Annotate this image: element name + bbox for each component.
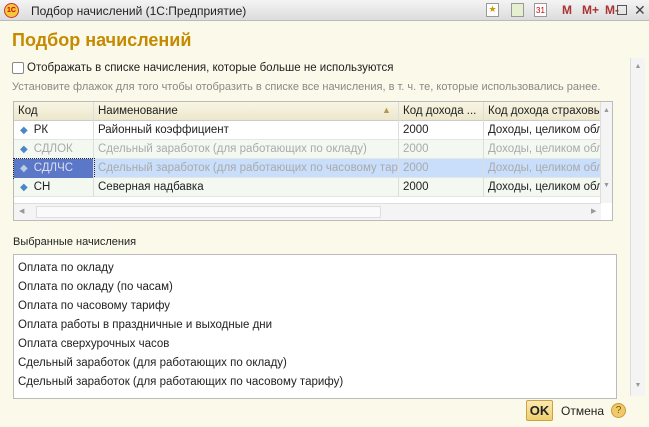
- page-title: Подбор начислений: [12, 30, 192, 50]
- row-income-code: 2000: [399, 121, 484, 140]
- row-name: Северная надбавка: [94, 178, 399, 197]
- calculator-icon[interactable]: [511, 3, 524, 17]
- column-header-income-code[interactable]: Код дохода ...: [399, 102, 484, 121]
- accrual-icon: ◆: [20, 182, 28, 193]
- title-bar: 1С Подбор начислений (1С:Предприятие) ★ …: [0, 0, 649, 21]
- table-header: Код Наименование ▲ Код дохода ... Код до…: [14, 102, 601, 121]
- cancel-button[interactable]: Отмена: [561, 404, 604, 418]
- sort-icon: ▲: [382, 105, 391, 115]
- table-vertical-scrollbar[interactable]: ▲ ▼: [600, 102, 612, 203]
- favorite-icon[interactable]: ★: [486, 3, 499, 17]
- help-icon[interactable]: ?: [611, 403, 626, 418]
- table-row-selected[interactable]: ◆ СДЛЧС Сдельный заработок (для работающи…: [13, 158, 601, 179]
- app-logo-icon: 1С: [4, 3, 19, 18]
- maximize-icon[interactable]: [617, 5, 627, 15]
- table-horizontal-scrollbar[interactable]: ◀ ▶: [14, 203, 601, 220]
- row-code: РК: [33, 124, 49, 136]
- show-unused-checkbox[interactable]: [12, 62, 24, 74]
- row-insurance-code: Доходы, целиком обл: [484, 178, 601, 197]
- hint-text: Установите флажок для того чтобы отобраз…: [12, 81, 601, 93]
- list-item[interactable]: Оплата по окладу (по часам): [18, 281, 173, 293]
- column-header-name[interactable]: Наименование: [94, 102, 399, 121]
- table-row[interactable]: ◆ РК Районный коэффициент 2000 Доходы, це…: [14, 121, 601, 140]
- column-header-insurance-code[interactable]: Код дохода страховы: [484, 102, 601, 121]
- row-name: Сдельный заработок (для работающих по ча…: [94, 159, 399, 178]
- row-income-code: 2000: [399, 178, 484, 197]
- accrual-icon: ◆: [20, 163, 28, 174]
- row-income-code: 2000: [399, 140, 484, 159]
- calendar-icon[interactable]: 31: [534, 3, 547, 17]
- row-insurance-code: Доходы, целиком обл: [484, 121, 601, 140]
- accrual-icon: ◆: [20, 144, 28, 155]
- list-item[interactable]: Оплата сверхурочных часов: [18, 338, 169, 350]
- close-icon[interactable]: ✕: [634, 2, 646, 19]
- list-item[interactable]: Сдельный заработок (для работающих по ча…: [18, 376, 343, 388]
- window-title: Подбор начислений (1С:Предприятие): [31, 4, 247, 18]
- list-item[interactable]: Сдельный заработок (для работающих по ок…: [18, 357, 287, 369]
- row-name: Сдельный заработок (для работающих по ок…: [94, 140, 399, 159]
- table-row[interactable]: ◆ СН Северная надбавка 2000 Доходы, целик…: [14, 178, 601, 197]
- row-code: СДЛЧС: [33, 162, 74, 174]
- list-item[interactable]: Оплата по часовому тарифу: [18, 300, 170, 312]
- column-header-code[interactable]: Код: [14, 102, 94, 121]
- selected-accruals-list[interactable]: Оплата по окладу Оплата по окладу (по ча…: [13, 254, 617, 399]
- row-insurance-code: Доходы, целиком обл: [484, 159, 601, 178]
- memory-plus-button[interactable]: M+: [582, 3, 599, 17]
- form-vertical-scrollbar[interactable]: ▲ ▼: [630, 58, 645, 396]
- show-unused-label[interactable]: Отображать в списке начисления, которые …: [27, 62, 393, 74]
- ok-button[interactable]: OK: [526, 400, 553, 421]
- row-code: СН: [33, 181, 51, 193]
- memory-button[interactable]: M: [562, 3, 572, 17]
- row-code: СДЛОК: [33, 143, 73, 155]
- accrual-icon: ◆: [20, 125, 28, 136]
- table-row[interactable]: ◆ СДЛОК Сдельный заработок (для работающи…: [14, 140, 601, 159]
- scroll-thumb[interactable]: [36, 206, 381, 218]
- row-insurance-code: Доходы, целиком обл: [484, 140, 601, 159]
- list-item[interactable]: Оплата работы в праздничные и выходные д…: [18, 319, 272, 331]
- selected-accruals-label: Выбранные начисления: [13, 236, 137, 248]
- row-income-code: 2000: [399, 159, 484, 178]
- list-item[interactable]: Оплата по окладу: [18, 262, 114, 274]
- accruals-table[interactable]: Код Наименование ▲ Код дохода ... Код до…: [13, 101, 613, 221]
- row-name: Районный коэффициент: [94, 121, 399, 140]
